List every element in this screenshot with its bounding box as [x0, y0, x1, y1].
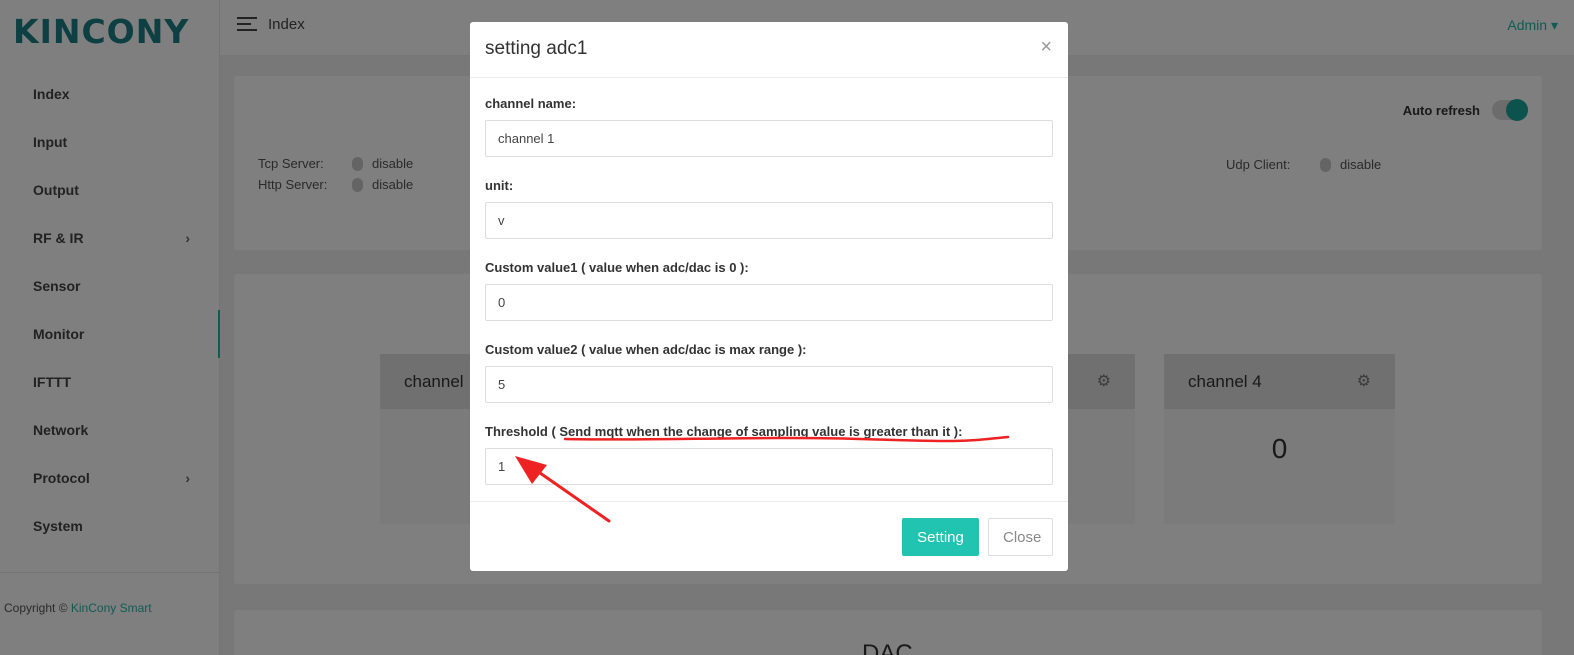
modal-body: channel name: unit: Custom value1 ( valu… — [470, 78, 1068, 502]
threshold-label: Threshold ( Send mqtt when the change of… — [485, 424, 963, 439]
channel-name-input[interactable] — [485, 120, 1053, 157]
modal-footer: Setting Close — [470, 502, 1068, 570]
channel-name-label: channel name: — [485, 96, 577, 111]
custom-value2-label: Custom value2 ( value when adc/dac is ma… — [485, 342, 807, 357]
unit-label: unit: — [485, 178, 514, 193]
close-icon[interactable]: × — [1040, 36, 1052, 59]
unit-input[interactable] — [485, 202, 1053, 239]
modal-title: setting adc1 — [485, 38, 588, 59]
custom-value2-input[interactable] — [485, 366, 1053, 403]
custom-value1-input[interactable] — [485, 284, 1053, 321]
settings-modal: setting adc1 × channel name: unit: Custo… — [470, 22, 1068, 571]
close-button[interactable]: Close — [988, 518, 1053, 556]
custom-value1-label: Custom value1 ( value when adc/dac is 0 … — [485, 260, 749, 275]
modal-header: setting adc1 × — [470, 22, 1068, 78]
threshold-input[interactable] — [485, 448, 1053, 485]
setting-button[interactable]: Setting — [902, 518, 979, 556]
